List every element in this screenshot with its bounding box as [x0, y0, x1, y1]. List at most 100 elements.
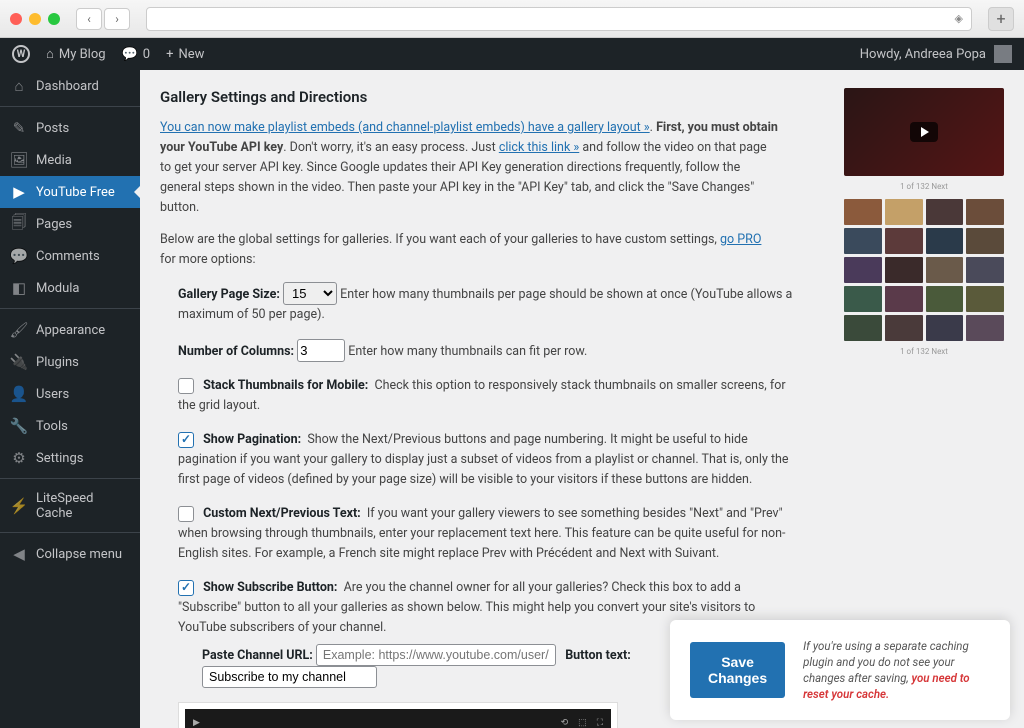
sidebar-item-label: YouTube Free [36, 185, 115, 200]
modula-icon: ◧ [10, 279, 28, 297]
new-link[interactable]: + New [166, 47, 204, 62]
sidebar-item-label: Plugins [36, 355, 79, 370]
tools-icon: 🔧 [10, 417, 28, 435]
home-icon: ⌂ [46, 46, 54, 62]
sidebar-item-collapse[interactable]: ◀ Collapse menu [0, 538, 140, 570]
columns-desc: Enter how many thumbnails can fit per ro… [348, 344, 587, 359]
stack-label: Stack Thumbnails for Mobile: [203, 378, 368, 393]
media-icon: 🖼 [10, 151, 28, 169]
pagination-checkbox[interactable] [178, 432, 194, 448]
sidebar-item-settings[interactable]: ⚙ Settings [0, 442, 140, 474]
reader-icon: ◈ [955, 12, 963, 25]
sidebar-item-label: Tools [36, 419, 68, 434]
sidebar-item-modula[interactable]: ◧Modula [0, 272, 140, 304]
youtube-icon: ▶ [10, 183, 28, 201]
preview-pager-bottom: 1 of 132 Next [844, 347, 1004, 356]
example-embed: ▶ ⟲⬚⛶ ▶Subscribe to my channel 1/2 Next … [178, 702, 618, 728]
new-tab-button[interactable]: + [988, 7, 1014, 31]
gallery-preview: 1 of 132 Next 1 of 132 Next [844, 88, 1004, 356]
forward-button[interactable]: › [104, 8, 130, 30]
preview-main-video [844, 88, 1004, 176]
pagesize-select[interactable]: 15 [283, 282, 337, 305]
pagination-label: Show Pagination: [203, 432, 301, 447]
sidebar-item-tools[interactable]: 🔧 Tools [0, 410, 140, 442]
preview-grid [844, 199, 1004, 341]
sidebar-item-users[interactable]: 👤 Users [0, 378, 140, 410]
maximize-window-button[interactable] [48, 13, 60, 25]
sidebar-item-label: Comments [36, 249, 100, 264]
user-avatar[interactable] [994, 45, 1012, 63]
pagesize-label: Gallery Page Size: [178, 287, 280, 302]
stack-checkbox[interactable] [178, 378, 194, 394]
collapse-icon: ◀ [10, 545, 28, 563]
setting-customtext: Custom Next/Previous Text: If you want y… [178, 504, 798, 564]
sidebar-item-label: Pages [36, 217, 72, 232]
save-changes-button[interactable]: Save Changes [690, 642, 785, 698]
minimize-window-button[interactable] [29, 13, 41, 25]
btntext-label: Button text: [565, 648, 631, 663]
browser-nav: ‹ › [76, 8, 130, 30]
sidebar-item-pages[interactable]: 🗐 Pages [0, 208, 140, 240]
customtext-checkbox[interactable] [178, 506, 194, 522]
sidebar-item-media[interactable]: 🖼 Media [0, 144, 140, 176]
setting-columns: Number of Columns: Enter how many thumbn… [178, 339, 798, 362]
setting-stack: Stack Thumbnails for Mobile: Check this … [178, 376, 798, 416]
sidebar-item-appearance[interactable]: 🖌 Appearance [0, 314, 140, 346]
howdy-text[interactable]: Howdy, Andreea Popa [860, 47, 986, 62]
sidebar-item-label: Settings [36, 451, 83, 466]
sidebar-item-label: LiteSpeed Cache [36, 491, 130, 521]
save-note: If you're using a separate caching plugi… [803, 638, 990, 702]
sidebar-item-label: Users [36, 387, 69, 402]
sidebar-item-label: Posts [36, 121, 69, 136]
button-text-input[interactable] [202, 666, 377, 688]
pages-icon: 🗐 [10, 215, 28, 233]
sidebar-item-plugins[interactable]: 🔌 Plugins [0, 346, 140, 378]
url-bar[interactable]: ◈ [146, 7, 972, 31]
sidebar-item-comments[interactable]: 💬 Comments [0, 240, 140, 272]
click-link[interactable]: click this link » [499, 140, 579, 155]
sidebar-item-litespeed[interactable]: ⚡ LiteSpeed Cache [0, 484, 140, 528]
users-icon: 👤 [10, 385, 28, 403]
columns-input[interactable] [297, 339, 345, 362]
subscribe-label: Show Subscribe Button: [203, 580, 337, 595]
close-window-button[interactable] [10, 13, 22, 25]
sidebar-item-label: Collapse menu [36, 547, 122, 562]
wp-adminbar: W ⌂ My Blog 💬 0 + New Howdy, Andreea Pop… [0, 38, 1024, 70]
site-name: My Blog [59, 47, 106, 62]
sidebar-item-dashboard[interactable]: ⌂ Dashboard [0, 70, 140, 102]
sidebar-item-label: Dashboard [36, 79, 99, 94]
plugins-icon: 🔌 [10, 353, 28, 371]
customtext-label: Custom Next/Previous Text: [203, 506, 361, 521]
posts-icon: ✎ [10, 119, 28, 137]
channel-url-input[interactable] [316, 644, 556, 666]
sidebar-item-label: Media [36, 153, 72, 168]
litespeed-icon: ⚡ [10, 497, 28, 515]
comment-icon: 💬 [122, 47, 138, 62]
plus-icon: + [166, 47, 173, 62]
settings-icon: ⚙ [10, 449, 28, 467]
new-label: New [178, 47, 204, 62]
preview-pager-top: 1 of 132 Next [844, 182, 1004, 191]
playlist-link[interactable]: You can now make playlist embeds (and ch… [160, 120, 650, 135]
comments-icon: 💬 [10, 247, 28, 265]
go-pro-link[interactable]: go PRO [720, 232, 761, 247]
back-button[interactable]: ‹ [76, 8, 102, 30]
browser-chrome: ‹ › ◈ + [0, 0, 1024, 38]
intro-paragraph-1: You can now make playlist embeds (and ch… [160, 118, 780, 218]
dashboard-icon: ⌂ [10, 77, 28, 95]
sidebar-item-youtube-free[interactable]: ▶ YouTube Free [0, 176, 140, 208]
comments-link[interactable]: 💬 0 [122, 47, 151, 62]
example-player-bar: ▶ ⟲⬚⛶ [185, 709, 611, 728]
channel-label: Paste Channel URL: [202, 648, 313, 663]
play-icon: ▶ [193, 716, 200, 728]
comments-count: 0 [143, 47, 150, 62]
traffic-lights [10, 13, 60, 25]
save-panel: Save Changes If you're using a separate … [670, 620, 1010, 720]
appearance-icon: 🖌 [10, 321, 28, 339]
sidebar-item-label: Appearance [36, 323, 105, 338]
site-link[interactable]: ⌂ My Blog [46, 46, 106, 62]
sidebar-item-posts[interactable]: ✎ Posts [0, 112, 140, 144]
wp-logo[interactable]: W [12, 45, 30, 63]
columns-label: Number of Columns: [178, 344, 294, 359]
subscribe-checkbox[interactable] [178, 580, 194, 596]
